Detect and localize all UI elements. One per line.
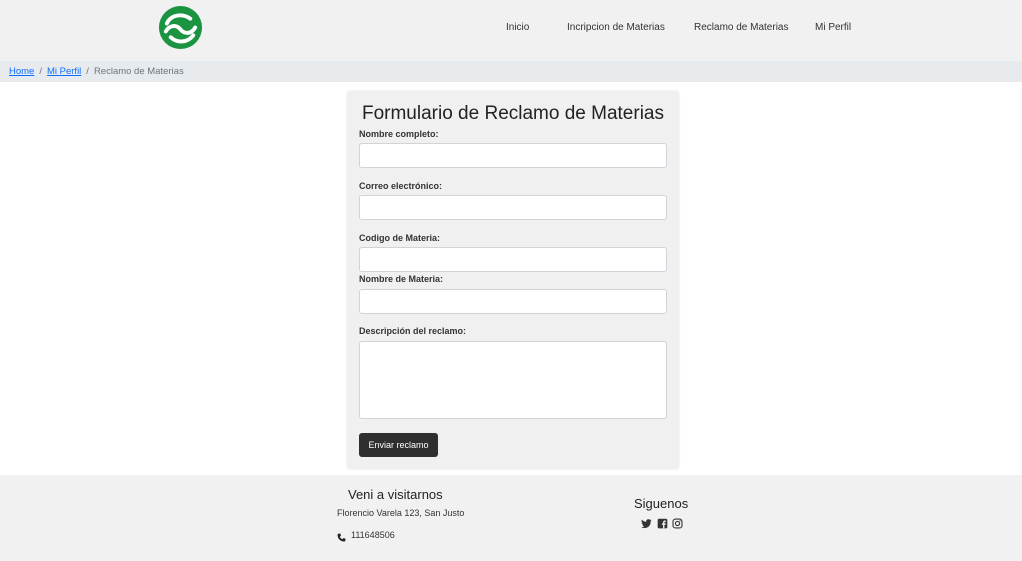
nav-inicio[interactable]: Inicio bbox=[506, 22, 529, 33]
university-logo[interactable] bbox=[157, 4, 204, 51]
subject-name-label: Nombre de Materia: bbox=[359, 274, 444, 284]
breadcrumb-mi-perfil[interactable]: Mi Perfil bbox=[47, 66, 81, 77]
email-input[interactable] bbox=[359, 195, 667, 220]
facebook-icon[interactable] bbox=[657, 518, 668, 529]
email-label: Correo electrónico: bbox=[359, 181, 443, 191]
subject-code-input[interactable] bbox=[359, 247, 667, 272]
social-title: Siguenos bbox=[634, 496, 689, 511]
nav-reclamo-materias[interactable]: Reclamo de Materias bbox=[694, 22, 788, 33]
full-name-label: Nombre completo: bbox=[359, 129, 439, 139]
subject-name-input[interactable] bbox=[359, 289, 667, 314]
breadcrumb-home[interactable]: Home bbox=[9, 66, 34, 77]
phone-text: 111648506 bbox=[351, 530, 395, 540]
address-text: Florencio Varela 123, San Justo bbox=[337, 508, 465, 518]
form-title: Formulario de Reclamo de Materias bbox=[361, 103, 664, 124]
breadcrumb-current: Reclamo de Materias bbox=[93, 66, 184, 77]
breadcrumb-separator: / bbox=[86, 66, 89, 77]
claim-form: Formulario de Reclamo de Materias Nombre… bbox=[347, 91, 679, 469]
instagram-icon[interactable] bbox=[672, 518, 683, 529]
nav-mi-perfil[interactable]: Mi Perfil bbox=[815, 22, 851, 33]
navbar: Inicio Incripcion de Materias Reclamo de… bbox=[0, 0, 1022, 61]
claim-description-textarea[interactable] bbox=[359, 341, 667, 419]
full-name-input[interactable] bbox=[359, 143, 667, 168]
visit-title: Veni a visitarnos bbox=[348, 487, 443, 502]
breadcrumb-separator: / bbox=[39, 66, 42, 77]
breadcrumb: Home / Mi Perfil / Reclamo de Materias bbox=[0, 61, 1022, 82]
phone-icon bbox=[337, 533, 346, 542]
submit-claim-button[interactable]: Enviar reclamo bbox=[359, 433, 438, 457]
twitter-icon[interactable] bbox=[641, 518, 652, 529]
subject-code-label: Codigo de Materia: bbox=[359, 233, 441, 243]
footer: Veni a visitarnos Florencio Varela 123, … bbox=[0, 475, 1022, 561]
nav-inscripcion-materias[interactable]: Incripcion de Materias bbox=[567, 22, 665, 33]
claim-description-label: Descripción del reclamo: bbox=[359, 326, 467, 336]
